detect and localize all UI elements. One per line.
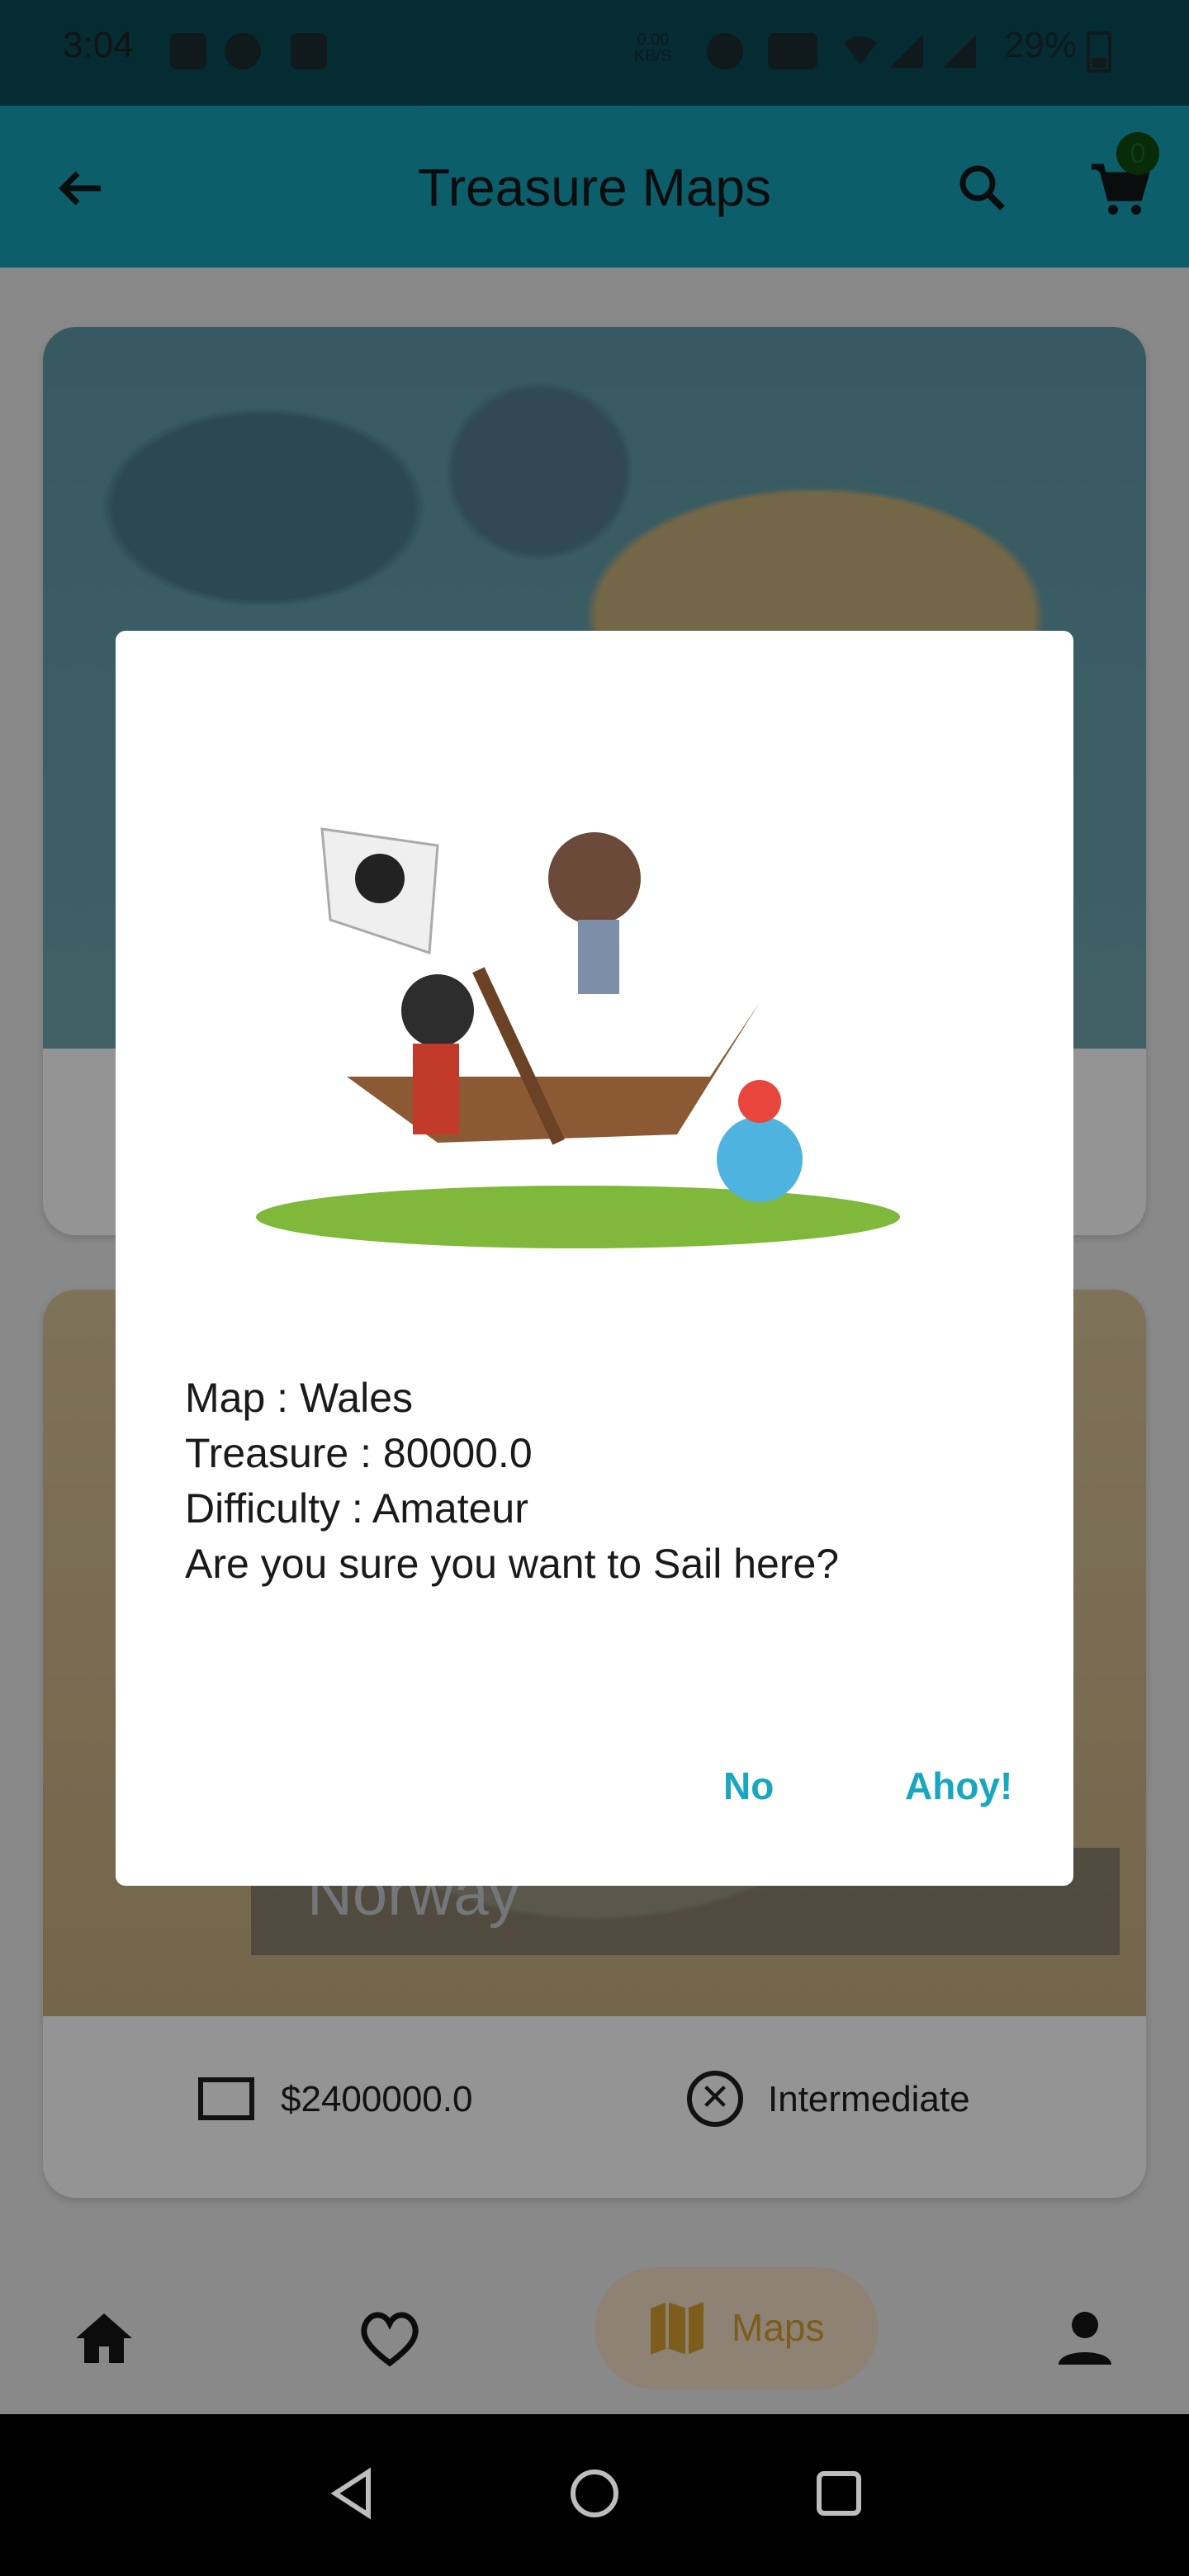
back-icon[interactable]	[320, 2460, 386, 2526]
dialog-treasure-line: Treasure : 80000.0	[185, 1430, 533, 1476]
ahoy-button[interactable]: Ahoy!	[905, 1764, 1012, 1808]
dialog-question: Are you sure you want to Sail here?	[185, 1541, 840, 1587]
home-circle-icon[interactable]	[561, 2460, 628, 2526]
dialog-difficulty-line: Difficulty : Amateur	[185, 1485, 528, 1532]
recents-icon[interactable]	[806, 2460, 872, 2526]
dialog-map-line: Map : Wales	[185, 1375, 414, 1421]
system-nav-bar	[0, 2414, 1189, 2576]
pirate-ship-illustration	[248, 755, 908, 1267]
confirm-dialog: Map : Wales Treasure : 80000.0 Difficult…	[116, 631, 1073, 1886]
no-button[interactable]: No	[723, 1764, 774, 1808]
dialog-message: Map : Wales Treasure : 80000.0 Difficult…	[185, 1371, 839, 1592]
